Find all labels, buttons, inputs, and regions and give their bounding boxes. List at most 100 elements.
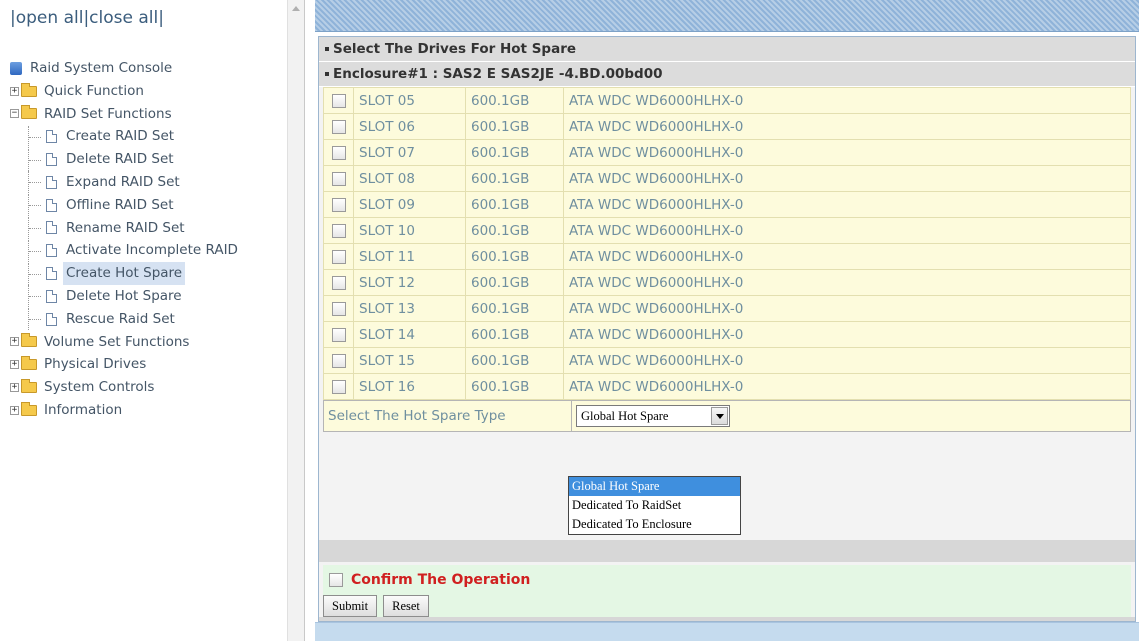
model-cell: ATA WDC WD6000HLHX-0 [563,191,1131,218]
drive-checkbox[interactable] [332,275,346,290]
drive-row: SLOT 09 600.1GB ATA WDC WD6000HLHX-0 [323,191,1131,218]
drive-select-cell [323,139,354,166]
footer-band [319,617,1135,621]
scroll-up-arrow-icon[interactable] [292,6,300,11]
tree-item[interactable]: Delete Hot Spare [10,285,241,308]
dropdown-button[interactable] [711,407,728,425]
model-cell: ATA WDC WD6000HLHX-0 [563,217,1131,244]
slot-cell: SLOT 13 [353,295,466,322]
drive-row: SLOT 15 600.1GB ATA WDC WD6000HLHX-0 [323,347,1131,374]
drive-checkbox[interactable] [332,301,346,316]
hot-spare-type-row: Select The Hot Spare Type Global Hot Spa… [323,400,1131,432]
drive-row: SLOT 11 600.1GB ATA WDC WD6000HLHX-0 [323,243,1131,270]
open-close-links: |open all|close all| [10,8,164,28]
model-cell: ATA WDC WD6000HLHX-0 [563,269,1131,296]
drive-checkbox[interactable] [332,353,346,368]
tree-guide-line [28,171,42,194]
model-cell: ATA WDC WD6000HLHX-0 [563,139,1131,166]
drive-checkbox[interactable] [332,171,346,186]
tree-item-label: Volume Set Functions [44,333,190,350]
drive-row: SLOT 14 600.1GB ATA WDC WD6000HLHX-0 [323,321,1131,348]
tree-item-label: Quick Function [44,82,144,99]
drive-checkbox[interactable] [332,197,346,212]
tree-item[interactable]: Activate Incomplete RAID [10,239,241,262]
hot-spare-type-value: Global Hot Spare [581,409,669,423]
slot-cell: SLOT 12 [353,269,466,296]
collapse-icon[interactable]: − [10,109,19,119]
slot-cell: SLOT 08 [353,165,466,192]
top-banner-strip [315,0,1139,32]
dropdown-option[interactable]: Dedicated To RaidSet [569,496,740,515]
confirm-checkbox[interactable] [329,573,343,587]
tree-item-label: RAID Set Functions [44,105,172,122]
expand-icon[interactable]: + [10,86,19,96]
close-all-link[interactable]: close all [89,8,158,28]
main-content-pane: Select The Drives For Hot Spare Enclosur… [315,0,1139,641]
drive-row: SLOT 06 600.1GB ATA WDC WD6000HLHX-0 [323,113,1131,140]
tree-scrollbar[interactable] [287,0,304,641]
expand-icon[interactable]: + [10,383,19,393]
drive-select-cell [323,113,354,140]
hot-spare-type-select[interactable]: Global Hot Spare [576,405,730,427]
expand-icon[interactable]: + [10,337,19,347]
navigation-tree-pane: |open all|close all| Raid System Console… [0,0,305,641]
tree-item[interactable]: Expand RAID Set [10,171,241,194]
tree-item-label: Create RAID Set [66,128,175,145]
tree-root-label: Raid System Console [30,60,173,76]
drive-select-cell [323,373,354,400]
submit-button[interactable]: Submit [323,595,378,617]
tree-item[interactable]: + Information [10,399,241,422]
model-cell: ATA WDC WD6000HLHX-0 [563,113,1131,140]
drive-row: SLOT 13 600.1GB ATA WDC WD6000HLHX-0 [323,295,1131,322]
tree-item[interactable]: Rename RAID Set [10,216,241,240]
folder-icon [21,356,37,371]
drive-select-cell [323,347,354,374]
drive-checkbox[interactable] [332,145,346,160]
function-tree: Raid System Console + Quick Function − RAID… [10,57,241,422]
drive-select-cell [323,87,354,114]
tree-item[interactable]: + Physical Drives [10,353,241,376]
tree-item[interactable]: + System Controls [10,376,241,399]
tree-item[interactable]: Create Hot Spare [10,262,241,285]
tree-item-label: Activate Incomplete RAID [66,242,238,259]
drive-row: SLOT 16 600.1GB ATA WDC WD6000HLHX-0 [323,373,1131,400]
enclosure-title: Enclosure#1 : SAS2 E SAS2JE -4.BD.00bd00 [333,66,663,82]
tree-item[interactable]: − RAID Set Functions [10,103,241,126]
tree-item[interactable]: Offline RAID Set [10,194,241,217]
drive-checkbox[interactable] [332,93,346,108]
dropdown-option[interactable]: Dedicated To Enclosure [569,515,740,534]
drive-row: SLOT 05 600.1GB ATA WDC WD6000HLHX-0 [323,87,1131,114]
drive-select-cell [323,243,354,270]
open-all-link[interactable]: open all [16,8,84,28]
size-cell: 600.1GB [465,217,564,244]
drive-checkbox[interactable] [332,379,346,394]
tree-item[interactable]: Create RAID Set [10,125,241,148]
drive-select-cell [323,295,354,322]
size-cell: 600.1GB [465,321,564,348]
section-header: Select The Drives For Hot Spare [319,37,1135,62]
tree-item[interactable]: + Quick Function [10,80,241,103]
tree-item-label: Delete Hot Spare [66,287,182,304]
bottom-strip [315,622,1139,641]
tree-item[interactable]: Delete RAID Set [10,148,241,171]
page-icon [46,175,57,189]
tree-item-label: Rescue Raid Set [66,310,175,327]
slot-cell: SLOT 15 [353,347,466,374]
drive-checkbox[interactable] [332,223,346,238]
page-icon [46,289,57,303]
drive-checkbox[interactable] [332,119,346,134]
expand-icon[interactable]: + [10,405,19,415]
drive-checkbox[interactable] [332,327,346,342]
drive-row: SLOT 07 600.1GB ATA WDC WD6000HLHX-0 [323,139,1131,166]
drive-checkbox[interactable] [332,249,346,264]
tree-root[interactable]: Raid System Console [10,57,241,80]
tree-item[interactable]: + Volume Set Functions [10,331,241,354]
drives-table: SLOT 05 600.1GB ATA WDC WD6000HLHX-0 SLOT 0… [323,87,1131,400]
expand-icon[interactable]: + [10,360,19,370]
dropdown-option[interactable]: Global Hot Spare [569,477,740,496]
tree-guide-line [28,239,42,262]
slot-cell: SLOT 16 [353,373,466,400]
tree-item[interactable]: Rescue Raid Set [10,308,241,331]
computer-icon [10,61,22,75]
reset-button[interactable]: Reset [383,595,429,617]
